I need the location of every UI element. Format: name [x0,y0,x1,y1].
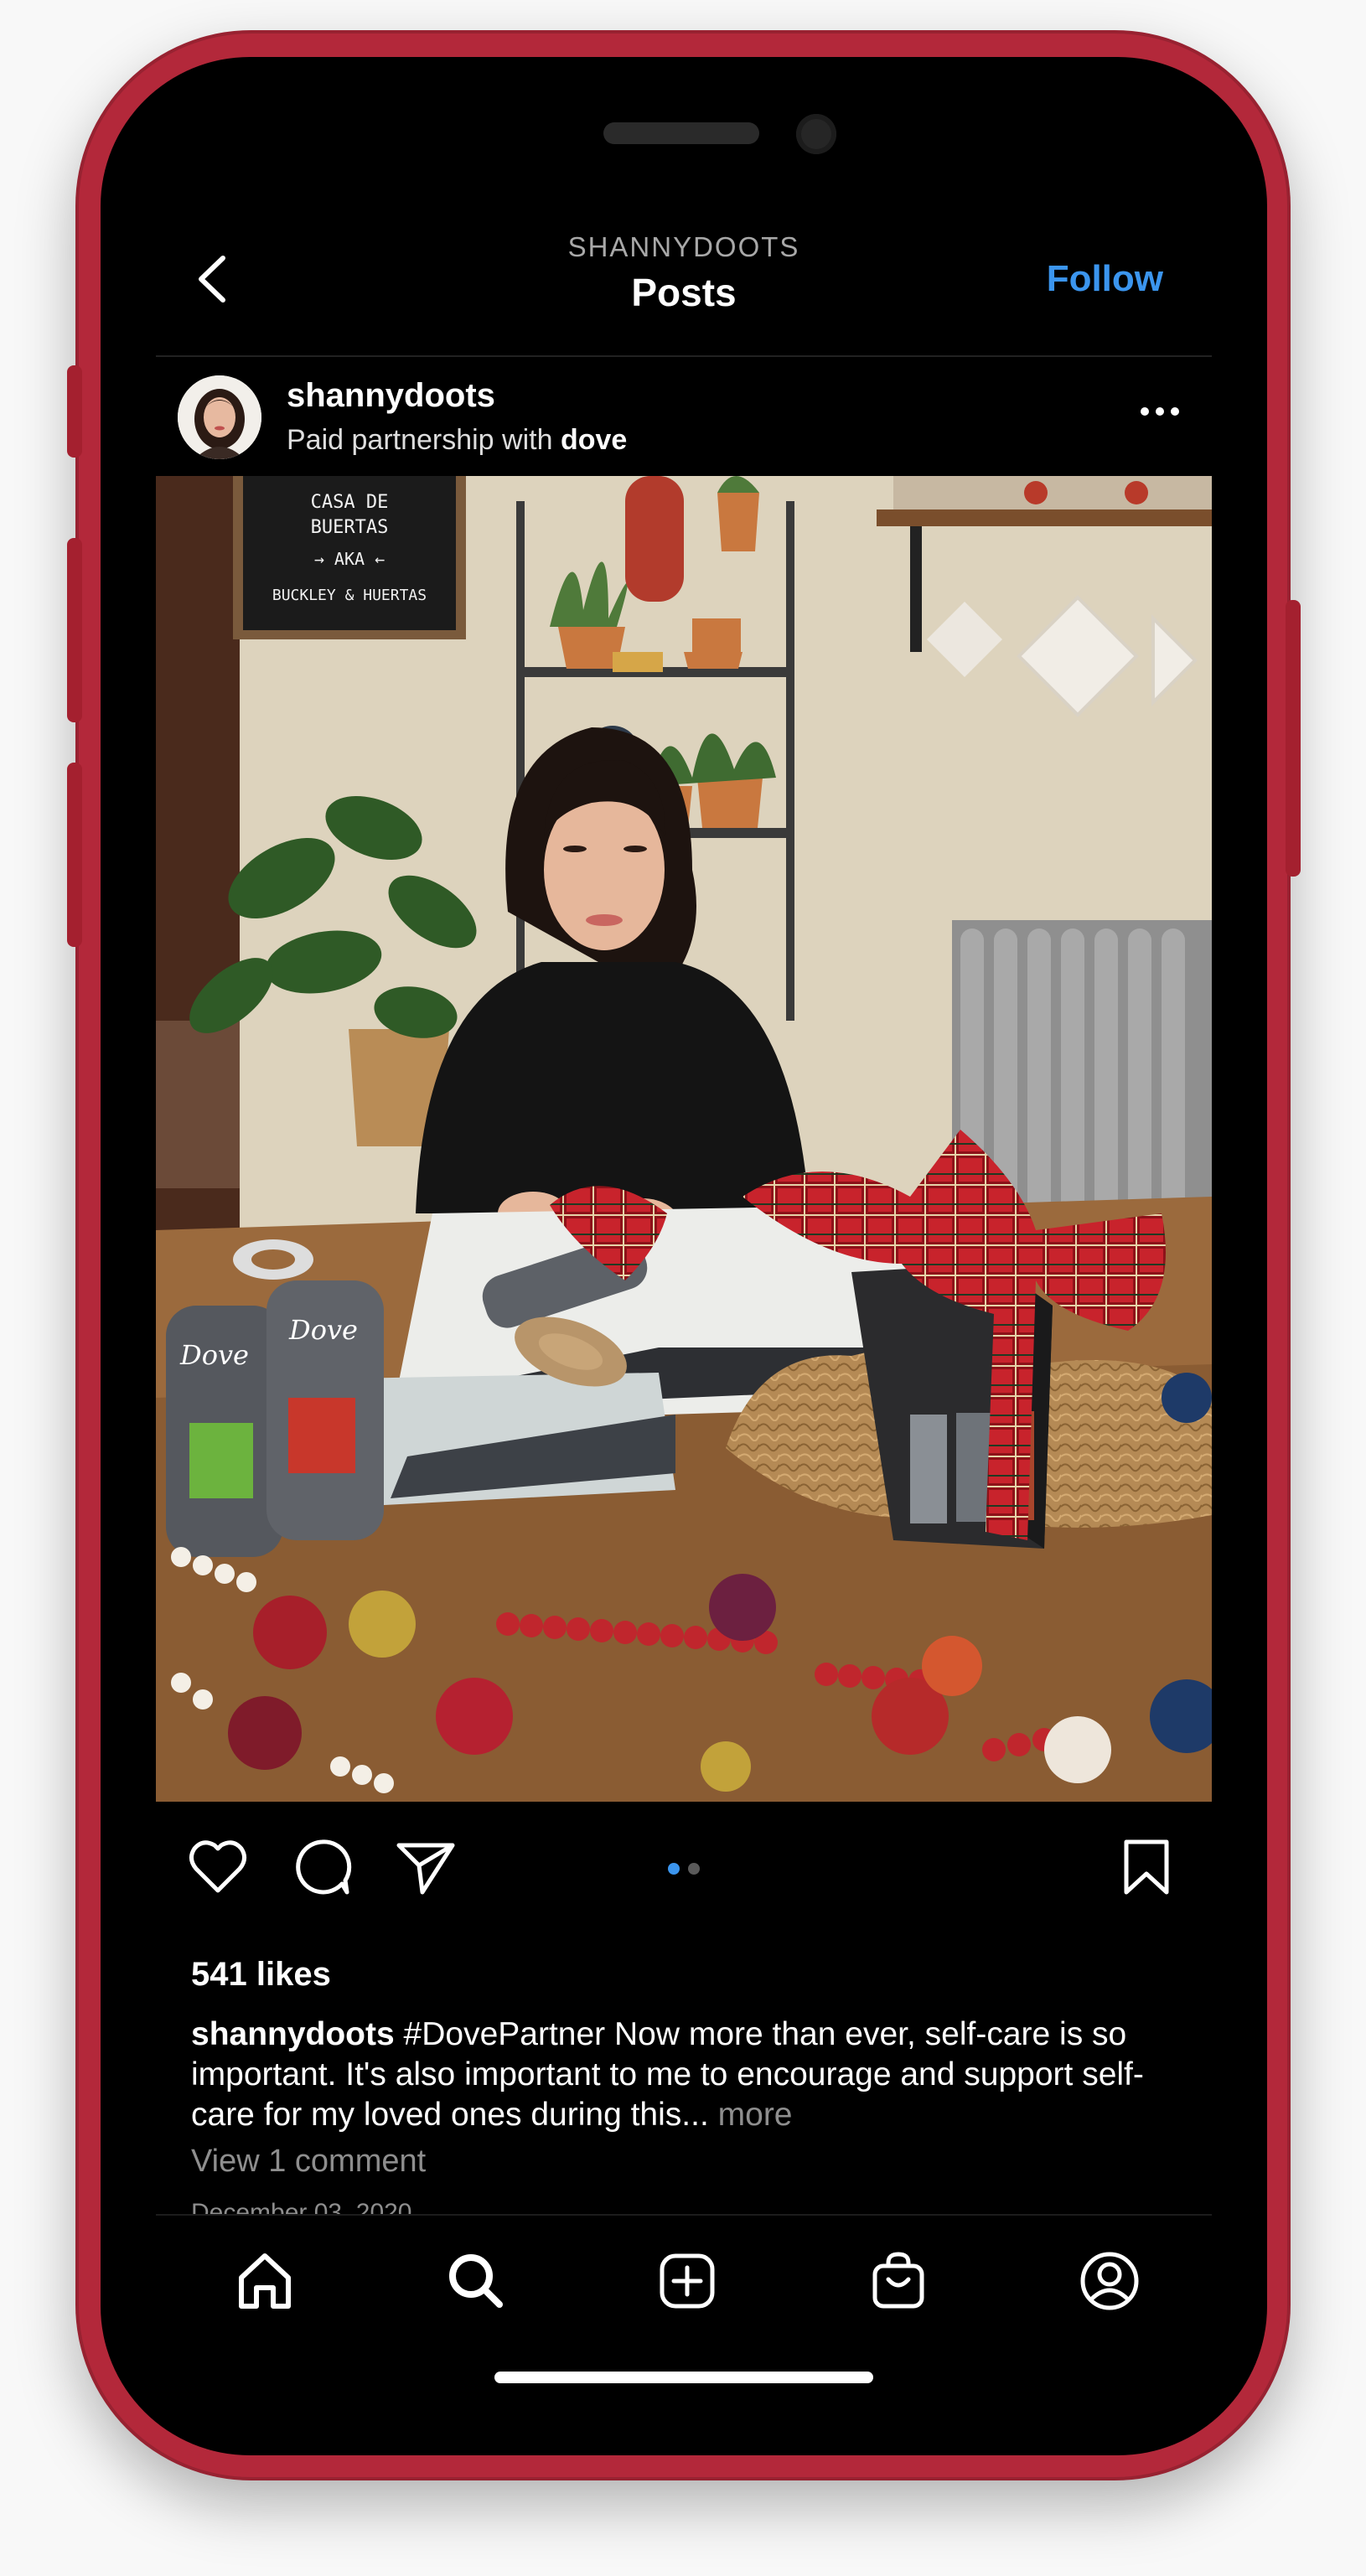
search-icon [449,2254,503,2308]
post-header: shannydoots Paid partnership with dove [156,357,1212,474]
paper-plane-icon [396,1843,455,1895]
sign-line-1: CASA DE [311,492,389,513]
phone-screen: SHANNYDOOTS Posts Follow shannydoots Pai… [101,57,1267,2455]
comment-icon [296,1839,352,1895]
tab-home[interactable] [231,2248,298,2315]
share-button[interactable] [394,1835,458,1899]
carousel-dot-active [668,1863,680,1875]
post-date: December 03, 2020 [191,2199,412,2214]
more-options-button[interactable] [1136,399,1183,424]
sign-line-3: → AKA ← [314,549,385,569]
home-icon [239,2253,291,2309]
partner-link[interactable]: dove [561,424,627,456]
sign-line-4: BUCKLEY & HUERTAS [272,587,427,604]
svg-text:Dove: Dove [288,1314,358,1346]
profile-icon [1080,2252,1139,2310]
bookmark-icon [1124,1839,1169,1895]
heart-icon [189,1840,246,1893]
avatar[interactable] [178,375,261,459]
post-caption: shannydoots #DovePartner Now more than e… [191,2015,1188,2135]
likes-count[interactable]: 541 likes [191,1956,331,1994]
follow-button[interactable]: Follow [1047,258,1163,300]
home-indicator[interactable] [494,2372,873,2383]
tab-shop[interactable] [865,2248,932,2315]
shop-icon [872,2252,924,2309]
tab-search[interactable] [442,2248,510,2315]
tab-create[interactable] [654,2248,721,2315]
caption-more-link[interactable]: more [718,2097,793,2133]
create-icon [660,2253,715,2309]
save-button[interactable] [1115,1835,1178,1899]
volume-up-button [67,538,82,722]
instagram-app: SHANNYDOOTS Posts Follow shannydoots Pai… [156,208,1212,2353]
carousel-indicator [667,1862,704,1875]
post-image[interactable]: CASA DE BUERTAS → AKA ← BUCKLEY & HUERTA… [156,476,1212,1802]
paid-partnership-label: Paid partnership with dove [287,424,627,457]
like-button[interactable] [186,1835,250,1899]
front-camera [796,114,836,154]
silent-switch [67,365,82,458]
tab-profile[interactable] [1076,2248,1143,2315]
post-username[interactable]: shannydoots [287,377,495,415]
view-comments-link[interactable]: View 1 comment [191,2144,426,2180]
post-photo: CASA DE BUERTAS → AKA ← BUCKLEY & HUERTA… [156,476,1212,1802]
bottom-tab-bar [156,2214,1212,2353]
volume-down-button [67,763,82,947]
carousel-dot [688,1863,700,1875]
partnership-prefix: Paid partnership with [287,424,561,456]
avatar-image [178,375,261,459]
sign-line-2: BUERTAS [311,517,389,538]
svg-text:Dove: Dove [179,1339,249,1371]
power-button [1286,600,1301,877]
caption-username[interactable]: shannydoots [191,2016,395,2052]
ellipsis-icon [1141,407,1179,416]
comment-button[interactable] [290,1835,354,1899]
page: SHANNYDOOTS Posts Follow shannydoots Pai… [0,0,1366,2576]
earpiece-speaker [603,122,759,144]
post-actions [156,1802,1212,1927]
top-header: SHANNYDOOTS Posts Follow [156,208,1212,357]
